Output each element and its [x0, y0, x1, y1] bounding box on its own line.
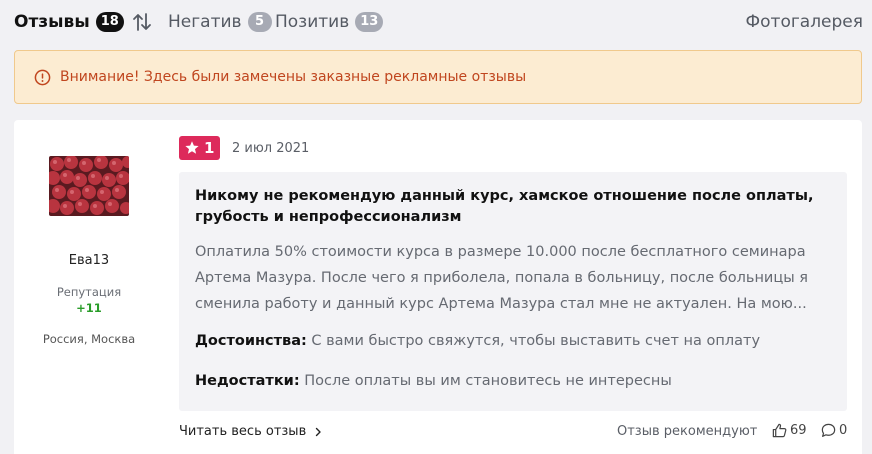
comments-button[interactable]: 0: [820, 422, 847, 439]
warning-banner: Внимание! Здесь были замечены заказные р…: [14, 50, 862, 104]
review-card: Ева13 Репутация +11 Россия, Москва 1 2 и…: [14, 120, 862, 454]
review-body: Никому не рекомендую данный курс, хамско…: [179, 172, 847, 411]
tab-positive-label: Позитив: [275, 12, 350, 32]
rating-badge: 1: [179, 136, 221, 160]
review-title: Никому не рекомендую данный курс, хамско…: [195, 188, 814, 225]
cons-label: Недостатки:: [195, 373, 300, 389]
review-pros: Достоинства: С вами быстро свяжутся, что…: [195, 333, 760, 349]
comments-count: 0: [839, 423, 848, 438]
review-text: Оплатила 50% стоимости курса в размере 1…: [195, 244, 809, 312]
thumbs-up-icon: [772, 423, 787, 438]
tab-negative-count: 5: [247, 12, 272, 32]
review-date: 2 июл 2021: [232, 141, 310, 156]
chevron-right-icon: [316, 427, 321, 436]
tab-reviews[interactable]: Отзывы 18: [14, 10, 124, 34]
tab-reviews-label: Отзывы: [14, 12, 90, 32]
user-location: Россия, Москва: [42, 332, 136, 346]
read-full-review-label: Читать весь отзыв: [179, 424, 307, 439]
sort-icon[interactable]: [131, 11, 153, 33]
reputation-label: Репутация: [56, 285, 122, 299]
rating-value: 1: [204, 139, 215, 157]
comment-icon: [821, 423, 836, 437]
star-icon: [185, 141, 199, 154]
likes-count: 69: [790, 423, 807, 438]
avatar[interactable]: [49, 156, 129, 216]
username[interactable]: Ева13: [14, 253, 164, 268]
reputation-value: +11: [76, 301, 102, 315]
tab-positive-count: 13: [355, 12, 384, 32]
alert-icon: [34, 69, 51, 85]
review-cons: Недостатки: После оплаты вы им становите…: [195, 373, 672, 389]
recommend-label: Отзыв рекомендуют: [617, 424, 758, 439]
pros-text: С вами быстро свяжутся, чтобы выставить …: [311, 333, 761, 349]
pros-label: Достоинства:: [195, 333, 307, 349]
cons-text: После оплаты вы им становитесь не интере…: [304, 373, 672, 389]
tab-negative[interactable]: Негатив 5: [168, 10, 272, 34]
like-button[interactable]: 69: [771, 422, 807, 439]
tab-reviews-count: 18: [95, 12, 124, 32]
tab-positive[interactable]: Позитив 13: [275, 10, 384, 34]
read-full-review-link[interactable]: Читать весь отзыв: [179, 424, 323, 439]
warning-text: Внимание! Здесь были замечены заказные р…: [60, 69, 527, 85]
tab-negative-label: Негатив: [168, 12, 242, 32]
photo-gallery-link[interactable]: Фотогалерея: [746, 10, 864, 34]
review-tabs: Отзывы 18 Негатив 5 Позитив 13 Фотогалер…: [0, 0, 872, 46]
